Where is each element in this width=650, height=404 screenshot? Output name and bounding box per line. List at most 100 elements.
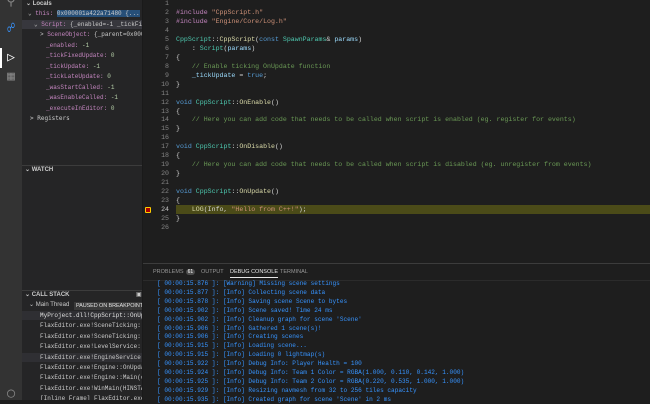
code-line[interactable]: 1 xyxy=(143,0,650,8)
variable-row[interactable]: ⌄ this: 0x000001a422a71480 {... xyxy=(28,9,142,18)
line-number: 9 xyxy=(165,71,169,79)
chevron-down-icon: ⌄ xyxy=(25,292,32,298)
line-number: 5 xyxy=(165,35,169,43)
variable-row[interactable]: ⌄ Script: {_enabled=-1 _tickFi... xyxy=(22,19,143,29)
line-number: 7 xyxy=(165,53,169,61)
code-editor[interactable]: 1 2 #include "CppScript.h" 3 #include "Engin… xyxy=(143,0,650,263)
code-line[interactable]: 24 LOG(Info, "Hello from C++!"); xyxy=(143,205,650,215)
variable-name: _tickUpdate: xyxy=(46,62,90,70)
code-text: _tickUpdate = true; xyxy=(176,71,267,80)
code-token: ) xyxy=(251,44,256,52)
code-token: ); xyxy=(298,206,307,214)
variable-row[interactable]: _tickUpdate: -1 xyxy=(46,62,142,71)
console-line: [ 00:00:15.915 ]: [Info] Loading scene..… xyxy=(157,342,307,350)
breakpoint-arrow-icon[interactable] xyxy=(145,207,151,214)
code-line[interactable]: 14 // Here you can add code that needs t… xyxy=(143,115,650,124)
code-line[interactable]: 5 CppScript::CppScript(const SpawnParams&… xyxy=(143,35,650,44)
variable-value: 0 xyxy=(110,52,115,59)
variable-value: -1 xyxy=(92,62,101,70)
code-text: // Enable ticking OnUpdate function xyxy=(176,62,331,71)
variable-row[interactable]: _tickLateUpdate: 0 xyxy=(46,72,142,81)
variable-row[interactable]: _executeInEditor: 0 xyxy=(46,104,142,113)
code-token: LOG xyxy=(191,206,204,214)
code-token: SpawnParams xyxy=(282,35,327,43)
code-token: params xyxy=(334,35,359,43)
code-text: void CppScript::OnUpdate() xyxy=(176,187,279,196)
code-token: { xyxy=(176,53,180,61)
tab-terminal[interactable]: TERMINAL xyxy=(280,269,308,275)
tab-debug-console[interactable]: DEBUG CONSOLE xyxy=(230,269,278,278)
code-line[interactable]: 26 xyxy=(143,223,650,232)
code-line[interactable]: 12 void CppScript::OnEnable() xyxy=(143,98,650,107)
tab-output[interactable]: OUTPUT xyxy=(201,269,224,275)
console-line: [ 00:00:15.877 ]: [Info] Collecting scen… xyxy=(157,288,326,296)
stack-frame[interactable]: FlaxEditor.exe!WinMain(HINSTANCE xyxy=(22,384,142,393)
extensions-icon[interactable]: ▦ xyxy=(3,69,19,85)
tab-problems[interactable]: PROBLEMS 61 xyxy=(153,269,196,275)
variable-row[interactable]: _tickFixedUpdate: 0 xyxy=(46,51,142,60)
code-line[interactable]: 16 xyxy=(143,133,650,142)
code-line[interactable]: 20} xyxy=(143,169,650,178)
code-line[interactable]: 2 #include "CppScript.h" xyxy=(143,8,650,17)
line-number: 15 xyxy=(161,125,169,133)
registers-section[interactable]: > Registers xyxy=(30,114,142,123)
code-line[interactable]: 8 // Enable ticking OnUpdate function xyxy=(143,62,650,71)
run-debug-icon[interactable]: ▷ xyxy=(3,50,19,66)
stack-frame[interactable]: [Inline Frame] FlaxEditor.exe!... xyxy=(22,394,142,400)
code-line[interactable]: 7{ xyxy=(143,53,650,62)
watch-header[interactable]: ⌄ WATCH xyxy=(25,166,142,175)
code-token: #include xyxy=(176,17,212,25)
variable-value: -1 xyxy=(110,94,119,101)
code-token: // Here you can add code that needs to b… xyxy=(176,161,592,169)
variable-row[interactable]: _wasStartCalled: -1 xyxy=(46,83,142,92)
variable-value: -1 xyxy=(107,83,115,91)
code-line[interactable]: 17 void CppScript::OnDisable() xyxy=(143,142,650,151)
variable-name: _executeInEditor: xyxy=(46,104,108,112)
stack-frame[interactable]: FlaxEditor.exe!Engine::OnUpdate() xyxy=(22,363,142,372)
search-icon[interactable]: ⚲ xyxy=(3,0,19,10)
code-text: : Script(params) xyxy=(176,44,255,53)
code-line[interactable]: 25} xyxy=(143,214,650,223)
thread-row[interactable]: ⌄ Main Thread PAUSED ON BREAKPOINT xyxy=(29,301,142,310)
code-token: void xyxy=(176,98,196,106)
code-token: params xyxy=(227,44,252,52)
code-token: { xyxy=(176,107,180,115)
code-line[interactable]: 19 // Here you can add code that needs t… xyxy=(143,160,650,169)
code-line[interactable]: 3 #include "Engine/Core/Log.h" xyxy=(143,17,650,26)
code-line[interactable]: 13 { xyxy=(143,107,650,116)
stack-frame[interactable]: FlaxEditor.exe!SceneTicking::Update xyxy=(22,321,142,330)
variable-value: 0 xyxy=(107,73,111,80)
stack-frame[interactable]: FlaxEditor.exe!Engine::Main(const xyxy=(22,373,142,382)
code-line[interactable]: 21 xyxy=(143,178,650,187)
stack-frame[interactable]: FlaxEditor.exe!EngineService::OnUpdate xyxy=(22,352,142,362)
variable-row[interactable]: _wasEnableCalled: -1 xyxy=(46,93,142,102)
console-line: [ 00:00:15.925 ]: [Info] Debug Info: Tea… xyxy=(157,377,465,385)
stack-frame[interactable]: MyProject.dll!CppScript::OnUpdate() xyxy=(22,311,142,320)
variable-row[interactable]: _enabled: -1 xyxy=(46,41,142,50)
line-number: 25 xyxy=(161,215,169,223)
collapse-all-icon[interactable]: ▣ xyxy=(136,291,142,300)
activity-bar: ⚲ ☍ ▷ ▦ ◯ xyxy=(0,0,22,401)
code-line[interactable]: 6 : Script(params) xyxy=(143,44,650,53)
line-number: 20 xyxy=(161,170,169,178)
variable-row[interactable]: > SceneObject: {_parent=0x000... xyxy=(40,30,142,39)
code-line[interactable]: 9 _tickUpdate = true; xyxy=(143,71,650,80)
source-control-icon[interactable]: ☍ xyxy=(3,21,19,37)
problems-count-badge: 61 xyxy=(185,269,196,275)
stack-frame[interactable]: FlaxEditor.exe!SceneTicking::Tick xyxy=(22,332,142,341)
line-number: 10 xyxy=(161,80,169,88)
code-line[interactable]: 22 void CppScript::OnUpdate() xyxy=(143,187,650,196)
variable-value: {_enabled=-1 _tickFi... xyxy=(70,20,143,28)
stack-frame[interactable]: FlaxEditor.exe!LevelService::Update xyxy=(22,342,142,351)
console-line: [ 00:00:15.906 ]: [Info] Creating scenes xyxy=(157,333,304,341)
code-line[interactable]: 10} xyxy=(143,80,650,89)
code-line[interactable]: 11 xyxy=(143,89,650,98)
code-line[interactable]: 4 xyxy=(143,26,650,35)
code-line[interactable]: 18 { xyxy=(143,151,650,160)
console-line: [ 00:00:15.929 ]: [Info] Resizing navmes… xyxy=(157,386,417,394)
code-line[interactable]: 23 { xyxy=(143,196,650,205)
code-line[interactable]: 15} xyxy=(143,124,650,133)
locals-section[interactable]: ⌄ Locals xyxy=(26,0,142,9)
chevron-down-icon: ⌄ xyxy=(29,302,36,308)
call-stack-header[interactable]: ⌄ CALL STACK ▣ xyxy=(25,291,142,300)
